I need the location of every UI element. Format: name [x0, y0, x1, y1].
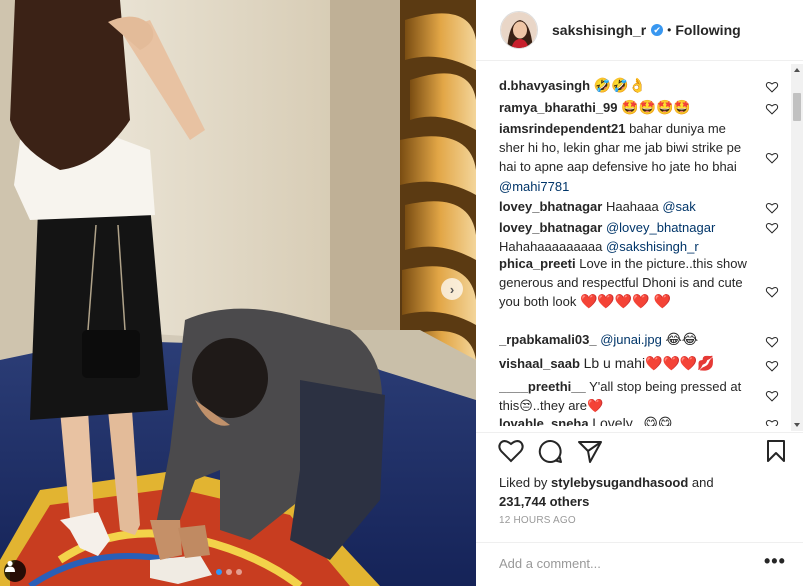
comment-like-heart-icon[interactable]	[765, 202, 779, 214]
comment-username[interactable]: ____preethi__	[499, 379, 586, 394]
comment-like-heart-icon[interactable]	[765, 152, 779, 164]
comment-like-heart-icon[interactable]	[765, 286, 779, 298]
comment-text: Lb u mahi❤️❤️❤️💋	[583, 355, 715, 371]
comment-text: Haahaaa	[605, 199, 659, 214]
comment-emoji: ❤️❤️❤️❤️ ❤️	[579, 293, 672, 310]
comment-mention-link[interactable]: @sak	[662, 199, 695, 214]
liked-by-username[interactable]: stylebysugandhasood	[551, 475, 688, 490]
likes-prefix: Liked by	[499, 475, 548, 490]
comment-item: iamsrindependent21 bahar duniya me sher …	[499, 119, 787, 197]
comment-like-heart-icon[interactable]	[765, 336, 779, 348]
comment-mention-link[interactable]: @sakshisingh_r	[606, 239, 699, 254]
verified-badge-icon: ✔	[651, 24, 664, 36]
header-separator: •	[667, 23, 672, 37]
comment-item: lovey_bhatnagar Haahaaa @sak	[499, 197, 787, 218]
comment-icon[interactable]	[538, 439, 563, 464]
comment-mention-link[interactable]: @mahi7781	[499, 179, 569, 194]
scrollbar-thumb[interactable]	[793, 93, 801, 121]
comments-list[interactable]: d.bhavyasingh 🤣🤣👌 ramya_bharathi_99 🤩🤩🤩🤩…	[499, 76, 787, 426]
comment-like-heart-icon[interactable]	[765, 222, 779, 234]
comment-username[interactable]: _rpabkamali03_	[499, 332, 597, 347]
post-timestamp[interactable]: 12 HOURS AGO	[499, 515, 576, 526]
add-comment-bar: •••	[476, 542, 803, 586]
comment-item: d.bhavyasingh 🤣🤣👌	[499, 76, 787, 98]
comment-username[interactable]: ramya_bharathi_99	[499, 100, 618, 115]
comment-item: ____preethi__ Y'all stop being pressed a…	[499, 377, 787, 414]
next-photo-button[interactable]: ›	[441, 278, 463, 300]
avatar[interactable]	[500, 11, 538, 49]
comment-text: Lovely...😋😋	[592, 415, 673, 426]
tag-people-icon	[5, 560, 15, 572]
comment-like-heart-icon[interactable]	[765, 81, 779, 93]
carousel-dot	[216, 569, 222, 575]
comment-like-heart-icon[interactable]	[765, 419, 779, 426]
comment-text: Hahahaaaaaaaaa	[499, 239, 603, 255]
comments-scrollbar[interactable]	[791, 64, 803, 431]
scroll-down-arrow-icon[interactable]	[794, 423, 800, 427]
comment-username[interactable]: lovable_sneha	[499, 416, 589, 426]
likes-summary: Liked by stylebysugandhasood and 231,744…	[499, 473, 714, 511]
post-header: sakshisingh_r ✔ • Following	[476, 0, 803, 61]
post-photo[interactable]: ›	[0, 0, 476, 586]
comment-mention-link[interactable]: @lovey_bhatnagar	[606, 220, 715, 235]
carousel-dot	[236, 569, 242, 575]
next-arrow-icon: ›	[449, 281, 455, 297]
like-heart-icon[interactable]	[498, 439, 524, 463]
comment-like-heart-icon[interactable]	[765, 360, 779, 372]
comment-username[interactable]: lovey_bhatnagar	[499, 199, 602, 214]
bookmark-icon[interactable]	[766, 439, 786, 463]
carousel-dot	[226, 569, 232, 575]
comment-text: 🤩🤩🤩🤩	[621, 99, 691, 115]
comment-like-heart-icon[interactable]	[765, 103, 779, 115]
following-button[interactable]: Following	[675, 22, 740, 38]
comment-username[interactable]: phica_preeti	[499, 256, 576, 271]
comment-mention-link[interactable]: @junai.jpg	[600, 332, 662, 347]
likes-conjunction: and	[691, 475, 714, 490]
photo-illustration	[0, 0, 476, 586]
carousel-indicator	[216, 569, 242, 575]
comment-username[interactable]: vishaal_saab	[499, 356, 580, 371]
comment-item: _rpabkamali03_ @junai.jpg 😂😂	[499, 330, 787, 354]
more-options-icon[interactable]: •••	[764, 551, 786, 572]
comment-item: lovable_sneha Lovely...😋😋	[499, 414, 787, 426]
comment-like-heart-icon[interactable]	[765, 390, 779, 402]
comment-item: lovey_bhatnagar @lovey_bhatnagar Hahahaa…	[499, 218, 787, 254]
comment-text: 🤣🤣👌	[593, 77, 646, 93]
avatar-image	[501, 12, 537, 48]
scroll-up-arrow-icon[interactable]	[794, 68, 800, 72]
comment-item: vishaal_saab Lb u mahi❤️❤️❤️💋	[499, 354, 787, 377]
comment-username[interactable]: d.bhavyasingh	[499, 78, 590, 93]
comment-text: 😂😂	[665, 331, 699, 347]
add-comment-input[interactable]	[499, 556, 749, 571]
post-side-panel: sakshisingh_r ✔ • Following d.bhavyasing…	[476, 0, 803, 586]
comment-item: ramya_bharathi_99 🤩🤩🤩🤩	[499, 98, 787, 119]
comment-item: phica_preeti Love in the picture..this s…	[499, 254, 787, 330]
comment-username[interactable]: iamsrindependent21	[499, 121, 625, 136]
tag-people-button[interactable]	[4, 560, 26, 582]
comment-username[interactable]: lovey_bhatnagar	[499, 220, 602, 235]
share-icon[interactable]	[577, 439, 603, 464]
post-actions-bar	[476, 432, 803, 472]
likes-count-link[interactable]: 231,744 others	[499, 494, 589, 509]
post-author-username[interactable]: sakshisingh_r	[552, 22, 646, 38]
